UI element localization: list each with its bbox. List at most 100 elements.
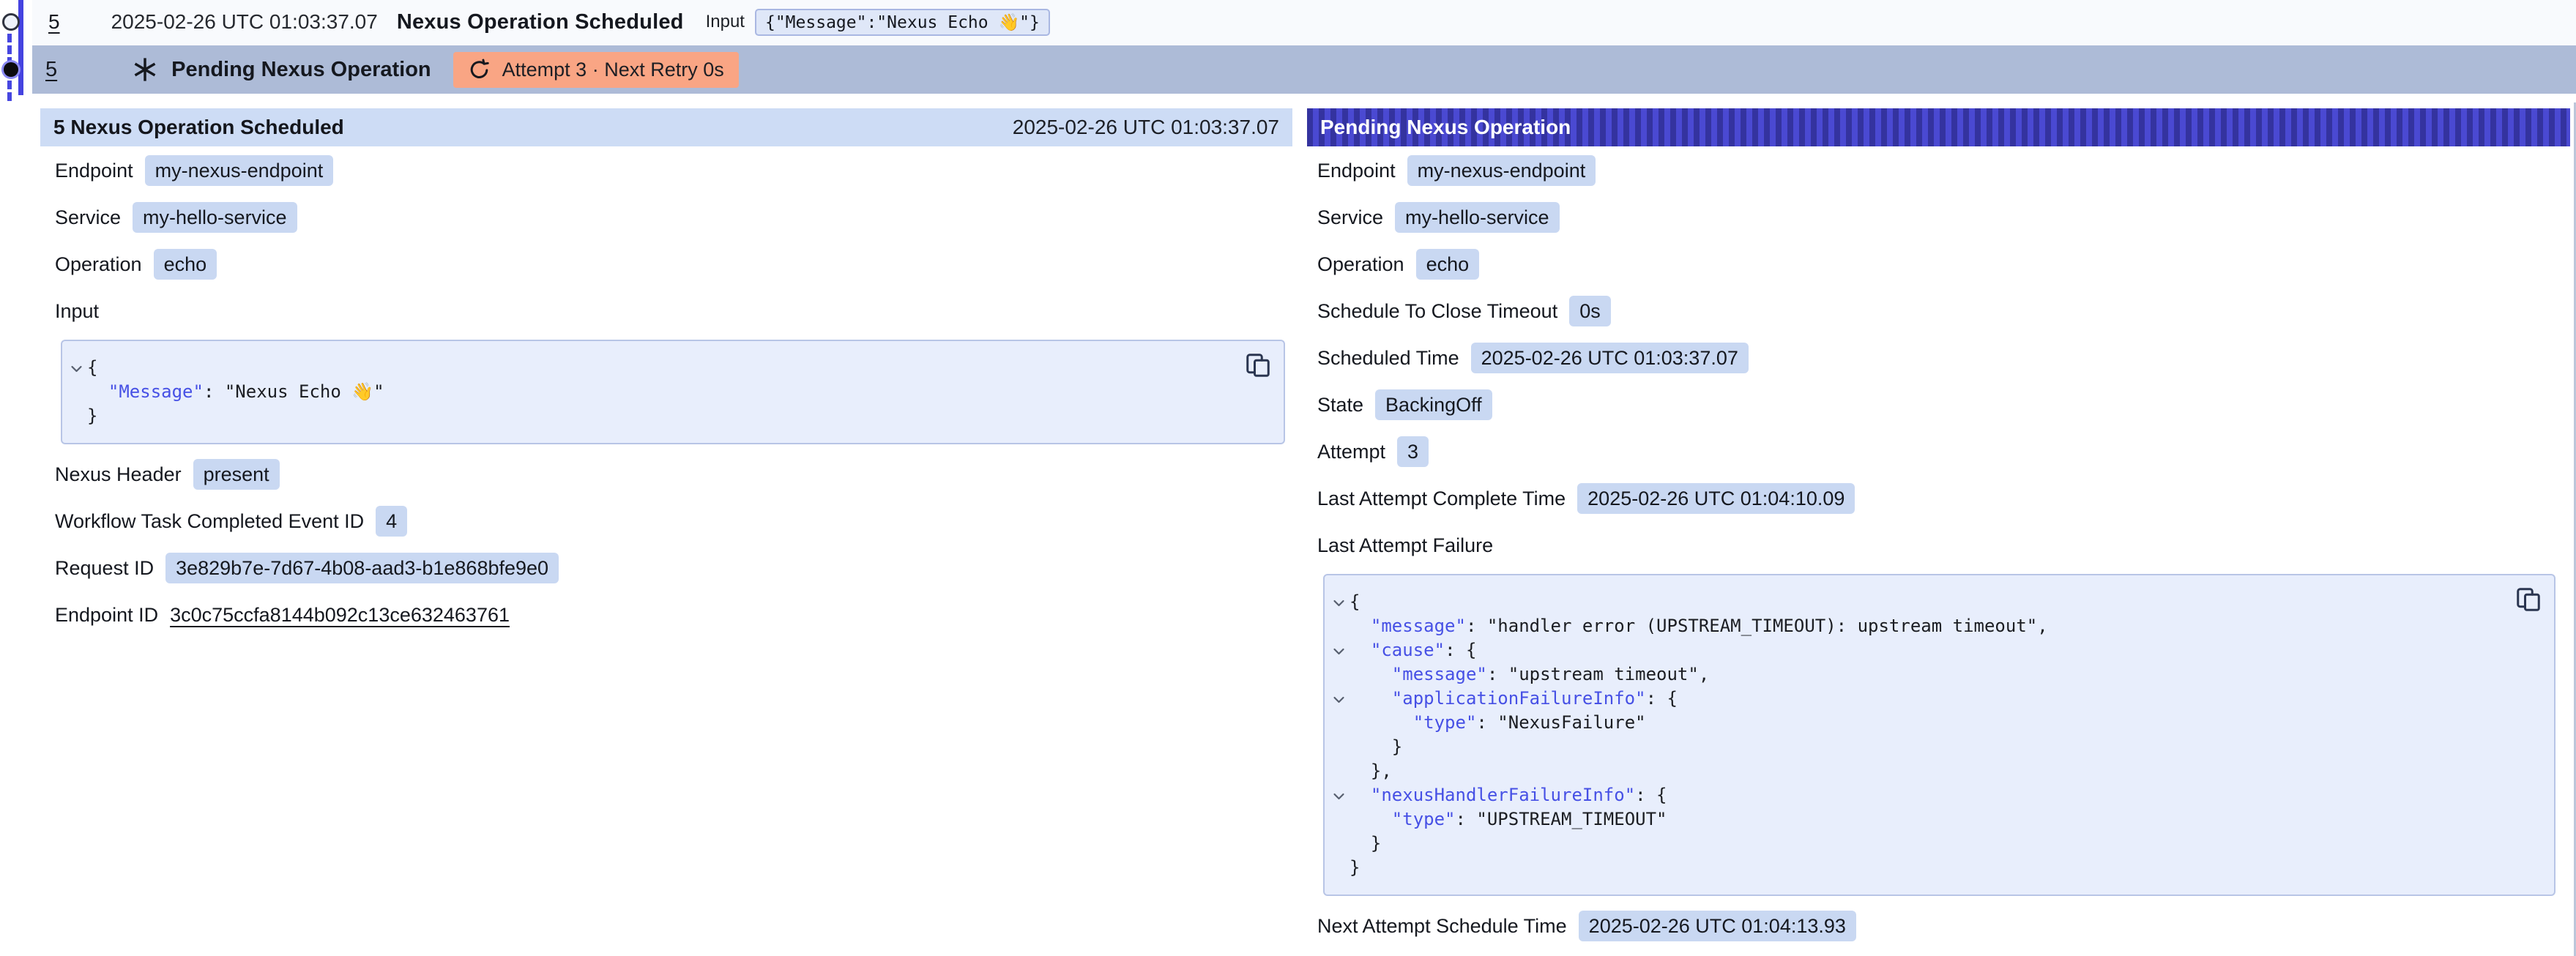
event-detail-panel: 5 Nexus Operation Scheduled 2025-02-26 U… — [40, 108, 1292, 956]
detail-panels: 5 Nexus Operation Scheduled 2025-02-26 U… — [0, 108, 2576, 956]
gutter-spacer — [65, 404, 87, 428]
field-service: Servicemy-hello-service — [55, 202, 1289, 233]
field-last-attempt-failure: Last Attempt Failure — [1317, 530, 2560, 561]
value-badge: 3e829b7e-7d67-4b08-aad3-b1e868bfe9e0 — [165, 553, 559, 583]
field-label: Input — [55, 300, 99, 323]
chevron-down-icon[interactable] — [1328, 783, 1350, 807]
retry-badge-label: Attempt 3 · Next Retry 0s — [502, 59, 724, 81]
code-line: } — [1328, 856, 2542, 880]
field-state: State BackingOff — [1317, 389, 2560, 420]
field-label: Last Attempt Complete Time — [1317, 488, 1566, 510]
copy-icon[interactable] — [2513, 584, 2544, 615]
field-label: Service — [55, 206, 121, 229]
code-line: "nexusHandlerFailureInfo": { — [1328, 783, 2542, 807]
copy-icon[interactable] — [1243, 350, 1273, 381]
event-row-nexus-operation-scheduled[interactable]: 5 2025-02-26 UTC 01:03:37.07 Nexus Opera… — [32, 0, 2576, 44]
pending-operation-row[interactable]: 5 Pending Nexus Operation Attempt 3 · Ne… — [32, 45, 2576, 94]
field-last-attempt-complete-time: Last Attempt Complete Time 2025-02-26 UTC… — [1317, 483, 2560, 514]
gutter-spacer — [1328, 735, 1350, 759]
field-nexus-header: Nexus Header present — [55, 459, 1289, 490]
field-label: Operation — [1317, 253, 1404, 276]
pending-title: Pending Nexus Operation — [171, 58, 431, 82]
pending-panel-header: Pending Nexus Operation — [1307, 108, 2570, 146]
field-endpoint: Endpoint my-nexus-endpoint — [55, 155, 1289, 186]
field-label: Attempt — [1317, 441, 1385, 463]
gutter-spacer — [1328, 759, 1350, 783]
chevron-down-icon[interactable] — [1328, 590, 1350, 614]
value-badge: 3 — [1397, 436, 1429, 467]
value-badge: echo — [154, 249, 217, 280]
input-chip[interactable]: {"Message":"Nexus Echo 👋"} — [755, 9, 1050, 36]
timeline-open-circle-icon[interactable] — [2, 13, 20, 31]
chevron-down-icon[interactable] — [65, 356, 87, 380]
code-line: "message": "upstream timeout", — [1328, 662, 2542, 687]
value-badge: present — [193, 459, 280, 490]
panel-title: Pending Nexus Operation — [1320, 116, 1571, 139]
field-label: Schedule To Close Timeout — [1317, 300, 1557, 323]
field-schedule-to-close-timeout: Schedule To Close Timeout 0s — [1317, 296, 2560, 326]
code-line: "Message": "Nexus Echo 👋" — [65, 380, 1272, 404]
value-badge: 2025-02-26 UTC 01:04:10.09 — [1577, 483, 1855, 514]
code-line: { — [1328, 590, 2542, 614]
field-endpoint: Endpoint my-nexus-endpoint — [1317, 155, 2560, 186]
gutter-spacer — [1328, 832, 1350, 856]
gutter-spacer — [1328, 856, 1350, 880]
code-line: "message": "handler error (UPSTREAM_TIME… — [1328, 614, 2542, 638]
value-badge: 4 — [376, 506, 407, 537]
pending-id-link[interactable]: 5 — [45, 58, 57, 82]
input-label: Input — [706, 12, 745, 32]
code-line: "type": "NexusFailure" — [1328, 711, 2542, 735]
field-attempt: Attempt 3 — [1317, 436, 2560, 467]
event-timestamp: 2025-02-26 UTC 01:03:37.07 — [111, 10, 378, 34]
field-label: Request ID — [55, 557, 154, 580]
retry-icon — [468, 59, 491, 81]
event-title: Nexus Operation Scheduled — [397, 10, 684, 34]
value-link[interactable]: 3c0c75ccfa8144b092c13ce632463761 — [170, 604, 510, 627]
timeline-filled-circle-icon[interactable] — [4, 62, 18, 77]
field-operation: Operation echo — [1317, 249, 2560, 280]
code-line: "applicationFailureInfo": { — [1328, 687, 2542, 711]
field-label: Service — [1317, 206, 1383, 229]
field-label: Next Attempt Schedule Time — [1317, 915, 1567, 938]
field-input: Input — [55, 296, 1289, 326]
value-badge: echo — [1416, 249, 1480, 280]
code-line: { — [65, 356, 1272, 380]
value-badge: my-hello-service — [1395, 202, 1560, 233]
timeline-rail — [0, 0, 32, 110]
field-request-id: Request ID 3e829b7e-7d67-4b08-aad3-b1e868… — [55, 553, 1289, 583]
asterisk-icon — [130, 55, 160, 84]
field-label: Endpoint — [1317, 160, 1396, 182]
field-label: Nexus Header — [55, 463, 182, 486]
gutter-spacer — [65, 380, 87, 404]
event-id-link[interactable]: 5 — [48, 10, 60, 34]
value-badge: my-nexus-endpoint — [145, 155, 334, 186]
field-label: Operation — [55, 253, 142, 276]
value-badge: my-nexus-endpoint — [1407, 155, 1596, 186]
timeline-active-bar — [18, 0, 23, 95]
chevron-down-icon[interactable] — [1328, 638, 1350, 662]
field-label: Endpoint ID — [55, 604, 158, 627]
gutter-spacer — [1328, 614, 1350, 638]
retry-badge: Attempt 3 · Next Retry 0s — [453, 52, 739, 88]
value-badge: BackingOff — [1375, 389, 1492, 420]
code-line: } — [1328, 735, 2542, 759]
panel-timestamp: 2025-02-26 UTC 01:03:37.07 — [1013, 116, 1279, 139]
value-badge: 2025-02-26 UTC 01:03:37.07 — [1471, 343, 1749, 373]
field-label: State — [1317, 394, 1363, 417]
pending-operation-fields: Endpoint my-nexus-endpoint Service my-hello… — [1307, 155, 2570, 941]
field-service: Service my-hello-service — [1317, 202, 2560, 233]
chevron-down-icon[interactable] — [1328, 687, 1350, 711]
field-label: Last Attempt Failure — [1317, 534, 1493, 557]
value-badge: 0s — [1569, 296, 1611, 326]
code-line: } — [1328, 832, 2542, 856]
event-detail-fields: Endpoint my-nexus-endpoint Servicemy-hello… — [40, 155, 1292, 630]
field-next-attempt-schedule-time: Next Attempt Schedule Time2025-02-26 UTC… — [1317, 911, 2560, 941]
field-scheduled-time: Scheduled Time2025-02-26 UTC 01:03:37.07 — [1317, 343, 2560, 373]
pending-operation-panel: Pending Nexus Operation Endpoint my-nexus… — [1307, 108, 2570, 956]
code-line: } — [65, 404, 1272, 428]
field-workflow-task-completed-event-id: Workflow Task Completed Event ID 4 — [55, 506, 1289, 537]
code-line: }, — [1328, 759, 2542, 783]
field-label: Endpoint — [55, 160, 133, 182]
field-label: Workflow Task Completed Event ID — [55, 510, 364, 533]
panel-title: 5 Nexus Operation Scheduled — [53, 116, 344, 139]
